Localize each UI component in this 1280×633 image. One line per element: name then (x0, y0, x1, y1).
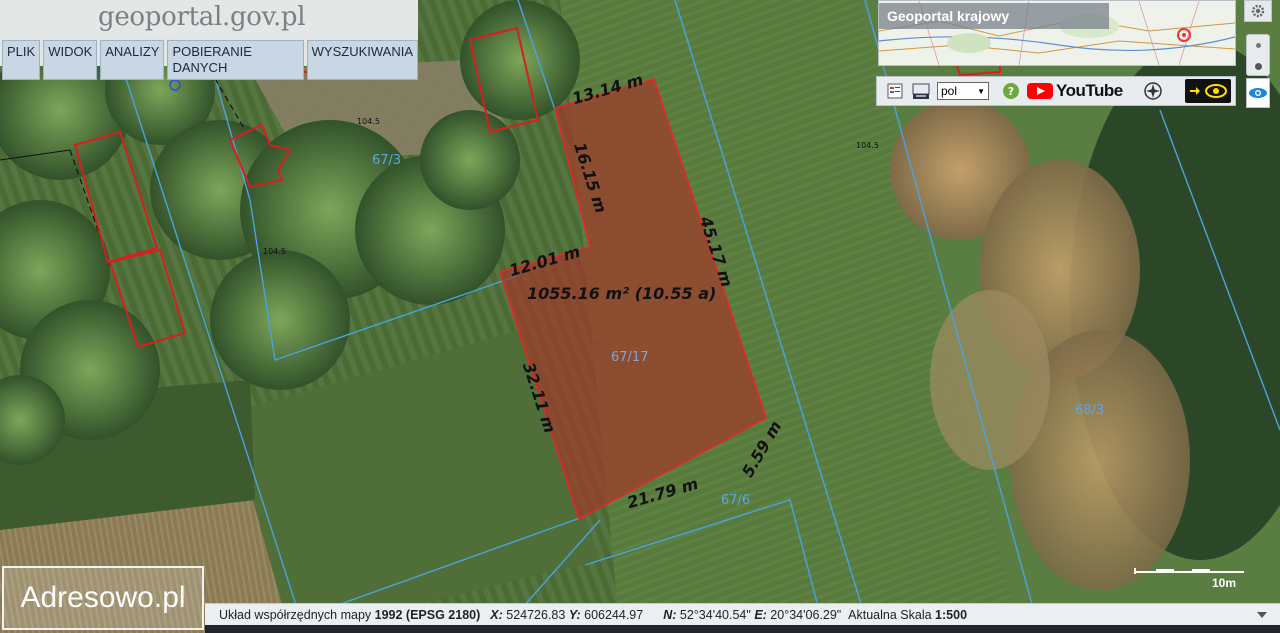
map-toolbar: pol ▼ ? YouTube (876, 76, 1236, 106)
crs-prefix: Układ współrzędnych mapy (219, 607, 372, 622)
eye-icon (1249, 88, 1267, 98)
menu-analizy[interactable]: ANALIZY (100, 40, 165, 80)
menu-wyszukiwania[interactable]: WYSZUKIWANIA (306, 40, 418, 80)
scale-prefix: Aktualna Skala (848, 607, 932, 622)
language-select[interactable]: pol ▼ (937, 82, 989, 100)
arrow-icon (1190, 87, 1200, 95)
gear-icon (1251, 4, 1265, 18)
zoom-slider[interactable] (1246, 34, 1270, 76)
chevron-down-icon (1257, 612, 1267, 618)
adresowo-watermark: Adresowo.pl (2, 566, 204, 630)
svg-text:?: ? (1008, 85, 1014, 98)
x-value: 524726.83 (506, 607, 566, 622)
header-panel: geoportal.gov.pl PLIK WIDOK ANALIZY POBI… (0, 0, 418, 80)
crs-value: 1992 (EPSG 2180) (374, 607, 481, 622)
eye-icon (1205, 84, 1227, 98)
view-toggle-button[interactable] (1246, 78, 1270, 108)
e-value: 20°34'06.29" (770, 607, 842, 622)
compass-icon[interactable] (1143, 81, 1163, 101)
y-value: 606244.97 (584, 607, 644, 622)
geoportal-logo[interactable]: geoportal.gov.pl (98, 2, 306, 32)
help-icon[interactable]: ? (1001, 81, 1021, 101)
main-menu: PLIK WIDOK ANALIZY POBIERANIE DANYCH WYS… (0, 40, 418, 80)
scale-value: 1:500 (935, 607, 968, 622)
status-bar: Układ współrzędnych mapy 1992 (EPSG 2180… (205, 603, 1280, 625)
settings-button[interactable] (1244, 0, 1272, 22)
language-value: pol (941, 84, 958, 98)
e-label: E: (754, 607, 767, 622)
status-toggle-button[interactable] (1256, 609, 1268, 623)
overview-map[interactable]: Geoportal krajowy (878, 0, 1236, 66)
chevron-down-icon: ▼ (977, 86, 985, 96)
menu-plik[interactable]: PLIK (2, 40, 41, 80)
zoom-step[interactable] (1256, 43, 1261, 48)
accessibility-button[interactable] (1185, 79, 1231, 103)
youtube-label: YouTube (1056, 81, 1123, 100)
overview-map-title: Geoportal krajowy (879, 3, 1109, 29)
n-value: 52°34'40.54" (679, 607, 751, 622)
y-label: Y: (568, 607, 581, 622)
bottom-strip (205, 625, 1280, 633)
zoom-handle[interactable] (1255, 63, 1262, 70)
scale-label: 10m (1212, 576, 1237, 590)
menu-pobieranie-danych[interactable]: POBIERANIE DANYCH (167, 40, 304, 80)
wms-layers-icon[interactable] (911, 81, 931, 101)
youtube-button[interactable]: YouTube (1027, 81, 1123, 101)
x-label: X: (490, 607, 503, 622)
legend-icon[interactable] (885, 81, 905, 101)
n-label: N: (663, 607, 677, 622)
menu-widok[interactable]: WIDOK (43, 40, 98, 80)
youtube-icon (1027, 83, 1053, 99)
